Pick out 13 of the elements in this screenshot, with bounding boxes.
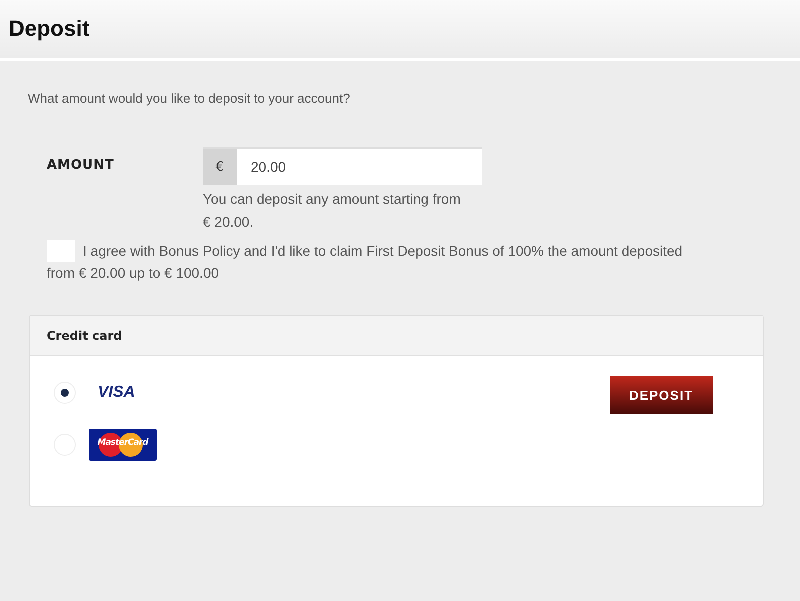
deposit-button[interactable]: DEPOSIT: [610, 376, 713, 414]
card-logo: VISA: [98, 384, 136, 402]
page-title: Deposit: [9, 16, 90, 42]
amount-label: AMOUNT: [47, 157, 116, 175]
bonus-agreement-text: I agree with Bonus Policy and I'd like to claim First Deposit Bonus of 100% the amount deposited from € 20.00 up to € 100.00: [47, 240, 707, 284]
amount-hint: You can deposit any amount starting from € 20.00.: [203, 190, 462, 232]
panel-title: Credit card: [47, 328, 122, 342]
amount-field[interactable]: € 20.00: [203, 147, 482, 185]
radio-button[interactable]: [54, 382, 76, 404]
card-logo: MasterCard: [89, 429, 157, 461]
question-text: What amount would you like to deposit to your account?: [28, 91, 352, 106]
amount-value: 20.00: [251, 159, 286, 175]
currency-prefix: €: [203, 149, 237, 185]
